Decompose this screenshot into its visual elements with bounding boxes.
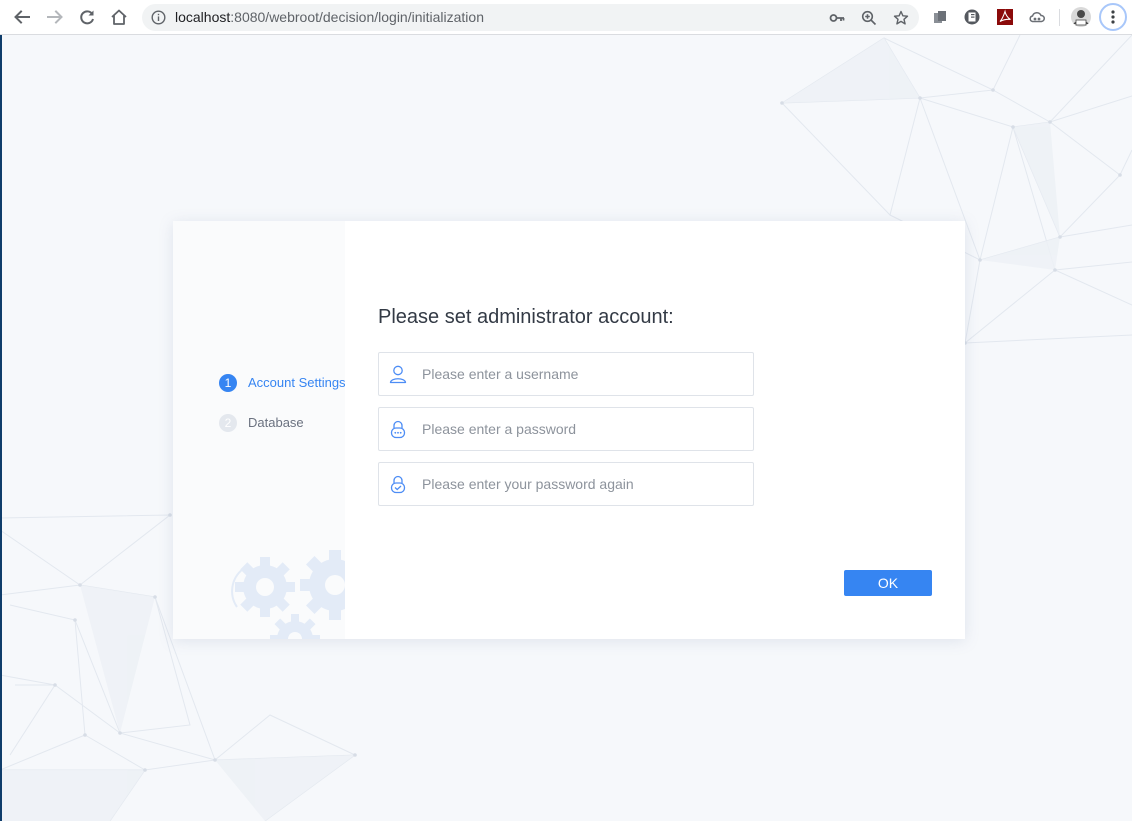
dialog-title: Please set administrator account: [378, 306, 674, 328]
ok-button[interactable]: OK [844, 570, 932, 596]
home-button[interactable] [107, 5, 131, 29]
username-field[interactable] [378, 352, 754, 396]
window-edge [0, 35, 2, 821]
step-database[interactable]: 2 Database [219, 414, 304, 432]
star-icon[interactable] [892, 9, 910, 27]
kebab-menu-icon [1111, 10, 1115, 24]
page-body: 1 Account Settings 2 Database Please set… [0, 35, 1132, 821]
info-icon[interactable] [151, 10, 166, 25]
back-button[interactable] [10, 5, 34, 29]
password-input[interactable] [422, 408, 742, 450]
url-path: :8080/webroot/decision/login/initializat… [230, 9, 484, 25]
gears-illustration-icon [231, 550, 345, 639]
reload-icon [80, 10, 94, 25]
url-text[interactable]: localhost:8080/webroot/decision/login/in… [175, 9, 484, 26]
forward-button[interactable] [43, 5, 67, 29]
zoom-in-icon[interactable] [860, 9, 878, 27]
user-icon [389, 365, 407, 384]
confirm-password-input[interactable] [422, 463, 742, 505]
pdf-extension-icon[interactable] [995, 7, 1015, 27]
browser-menu-button[interactable] [1099, 3, 1127, 31]
setup-dialog: 1 Account Settings 2 Database Please set… [173, 221, 965, 639]
password-field[interactable] [378, 407, 754, 451]
reload-button[interactable] [75, 5, 99, 29]
browser-toolbar: localhost:8080/webroot/decision/login/in… [0, 0, 1132, 35]
cloud-extension-icon[interactable] [1027, 7, 1047, 27]
confirm-password-field[interactable] [378, 462, 754, 506]
lock-icon [390, 420, 406, 439]
address-bar[interactable]: localhost:8080/webroot/decision/login/in… [142, 4, 919, 31]
copy-extension-icon[interactable] [930, 7, 950, 27]
toolbar-divider [1059, 9, 1060, 26]
step-label: Database [248, 415, 304, 430]
home-icon [111, 9, 127, 25]
url-host: localhost [175, 9, 231, 25]
lock-check-icon [390, 475, 406, 494]
step-number: 1 [219, 374, 237, 392]
avatar[interactable] [1070, 6, 1092, 28]
step-label: Account Settings [248, 375, 345, 390]
step-number: 2 [219, 414, 237, 432]
step-account-settings[interactable]: 1 Account Settings [219, 374, 345, 392]
username-input[interactable] [422, 353, 742, 395]
document-extension-icon[interactable] [962, 7, 982, 27]
steps-sidebar: 1 Account Settings 2 Database [173, 221, 345, 639]
arrow-right-icon [47, 10, 63, 24]
key-icon[interactable] [828, 9, 846, 27]
arrow-left-icon [14, 10, 30, 24]
